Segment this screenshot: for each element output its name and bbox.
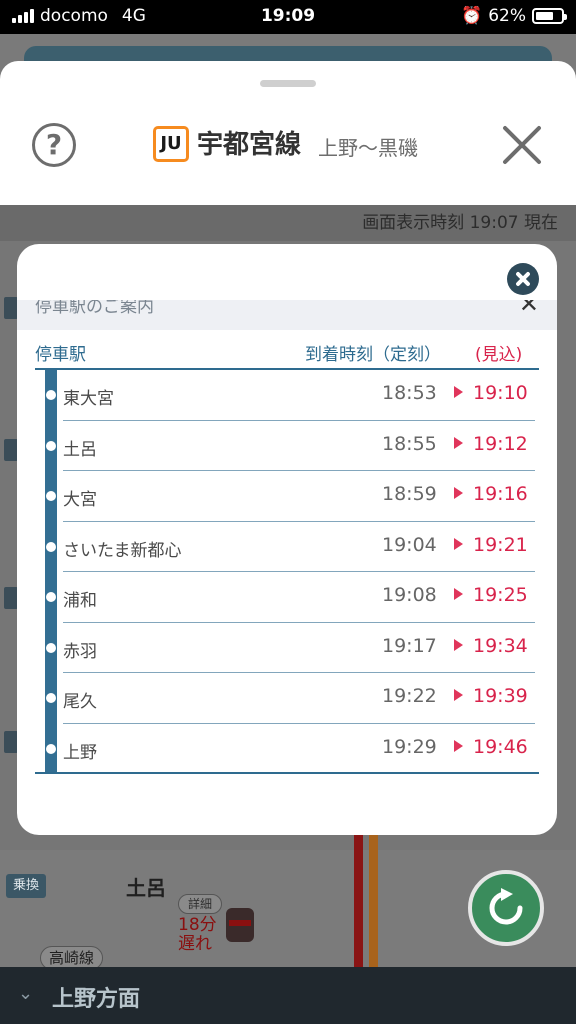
scheduled-time: 19:22 xyxy=(382,685,437,707)
stop-dot xyxy=(46,541,56,552)
estimated-time: 19:10 xyxy=(473,382,528,404)
estimated-time: 19:39 xyxy=(473,685,528,707)
delay-label: 遅れ xyxy=(178,934,212,954)
stop-dot xyxy=(46,491,56,501)
stop-list: 東大宮 18:53 19:10 土呂 18:55 19:12 大宮 18:59 19:16 さいた… xyxy=(17,370,557,774)
estimated-time: 19:25 xyxy=(473,584,528,606)
stop-row: 大宮 18:59 19:16 xyxy=(17,471,557,522)
delay-arrow-icon xyxy=(454,436,463,449)
scheduled-time: 18:55 xyxy=(382,432,437,455)
bottom-rule xyxy=(35,772,539,774)
stop-row: 尾久 19:22 19:39 xyxy=(17,673,557,724)
stop-name: 上野 xyxy=(63,742,97,763)
modal-close-icon[interactable] xyxy=(507,263,539,295)
stop-row: 東大宮 18:53 19:10 xyxy=(17,370,557,421)
section-close-icon[interactable]: ✕ xyxy=(519,300,539,318)
transfer-tag: 乗換 xyxy=(6,874,46,898)
delay-arrow-icon xyxy=(454,588,463,600)
stop-dot xyxy=(46,592,56,602)
delay-arrow-icon xyxy=(454,487,463,499)
side-tag xyxy=(4,587,18,609)
scheduled-time: 19:29 xyxy=(382,735,437,758)
detail-button[interactable]: 詳細 xyxy=(178,894,222,914)
stops-modal: 停車駅のご案内 ✕ 停車駅 到着時刻（定刻） (見込) 東大宮 18:53 19:1… xyxy=(17,244,557,835)
estimated-time: 19:16 xyxy=(473,483,528,505)
scheduled-time: 19:08 xyxy=(382,584,437,606)
scheduled-time: 18:53 xyxy=(382,382,437,404)
stop-name: 尾久 xyxy=(63,692,97,712)
stop-row: 上野 19:29 19:46 xyxy=(17,724,557,775)
train-icon xyxy=(226,908,254,942)
side-tag xyxy=(4,297,18,319)
delay-arrow-icon xyxy=(454,689,463,701)
stop-dot xyxy=(46,642,56,653)
delay-info: 18分 遅れ xyxy=(178,916,217,954)
estimated-time: 19:21 xyxy=(473,533,528,556)
stop-name: 浦和 xyxy=(63,591,97,611)
side-tag xyxy=(4,731,18,753)
direction-bar[interactable]: ⌄ 上野方面 xyxy=(0,967,576,1024)
help-icon[interactable]: ? xyxy=(32,123,76,167)
delay-arrow-icon xyxy=(454,537,463,550)
stop-dot xyxy=(46,440,56,451)
status-right: ⏰ 62% xyxy=(461,6,567,26)
stop-name: さいたま新都心 xyxy=(63,540,182,561)
line-name: 宇都宮線 xyxy=(197,130,302,160)
col-estimated: (見込) xyxy=(475,345,523,365)
stop-row: 赤羽 19:17 19:34 xyxy=(17,623,557,673)
estimated-time: 19:12 xyxy=(473,432,528,455)
stop-name: 東大宮 xyxy=(63,389,114,409)
delay-minutes: 18分 xyxy=(178,915,217,935)
stop-dot xyxy=(46,390,56,400)
section-header: 停車駅のご案内 ✕ xyxy=(17,300,557,330)
line-code-badge: JU xyxy=(153,126,189,162)
delay-arrow-icon xyxy=(454,638,463,651)
delay-arrow-icon xyxy=(454,739,463,752)
line-range: 上野〜黒磯 xyxy=(318,136,418,160)
scheduled-time: 18:59 xyxy=(382,483,437,505)
delay-arrow-icon xyxy=(454,386,463,398)
route-tracks xyxy=(350,835,382,971)
battery-percent: 62% xyxy=(488,6,526,26)
col-station: 停車駅 xyxy=(35,345,86,365)
stop-row: 土呂 18:55 19:12 xyxy=(17,421,557,471)
stop-name: 赤羽 xyxy=(63,641,97,662)
stop-row: さいたま新都心 19:04 19:21 xyxy=(17,522,557,572)
col-arrival: 到着時刻（定刻） xyxy=(305,345,441,365)
section-title: 停車駅のご案内 xyxy=(35,300,154,317)
battery-icon xyxy=(532,8,567,24)
stop-row: 浦和 19:08 19:25 xyxy=(17,572,557,623)
chevron-down-icon: ⌄ xyxy=(18,983,34,1004)
stop-name: 土呂 xyxy=(63,439,97,460)
station-name: 土呂 xyxy=(126,876,166,900)
stop-dot xyxy=(46,743,56,754)
display-time: 画面表示時刻 19:07 現在 xyxy=(0,205,576,241)
side-tag xyxy=(4,439,18,461)
direction-title: 上野方面 xyxy=(52,987,141,1012)
close-icon[interactable] xyxy=(500,123,544,167)
estimated-time: 19:46 xyxy=(473,735,528,758)
estimated-time: 19:34 xyxy=(473,634,528,657)
scheduled-time: 19:04 xyxy=(382,533,437,556)
refresh-icon[interactable] xyxy=(468,870,544,946)
alarm-icon: ⏰ xyxy=(461,6,483,26)
scheduled-time: 19:17 xyxy=(382,634,437,657)
status-bar: docomo 4G 19:09 ⏰ 62% xyxy=(0,0,576,34)
sheet-grabber[interactable] xyxy=(260,80,316,87)
stop-dot xyxy=(46,693,56,703)
stop-name: 大宮 xyxy=(63,490,97,510)
